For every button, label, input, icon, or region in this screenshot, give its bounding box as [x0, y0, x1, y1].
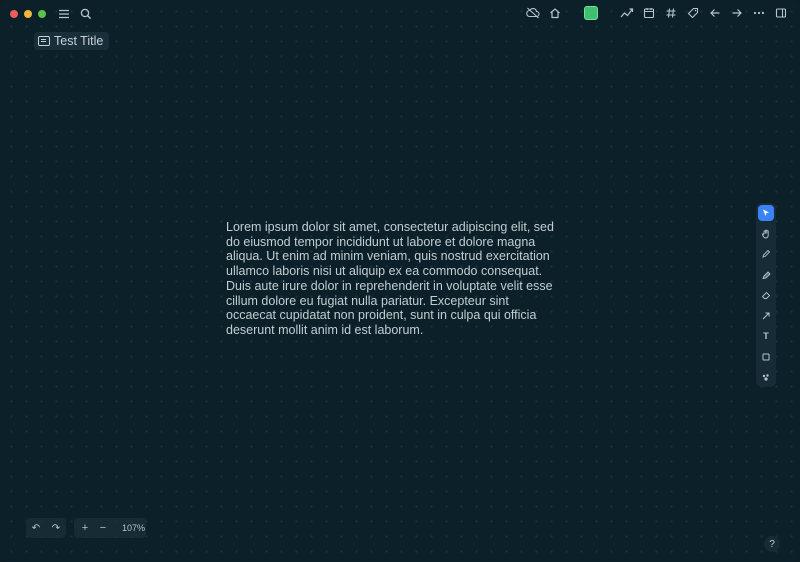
zoom-out-button[interactable]: −	[98, 522, 108, 534]
zoom-window-button[interactable]	[38, 10, 46, 18]
back-arrow-icon[interactable]	[708, 6, 722, 20]
document-title[interactable]: Test Title	[34, 32, 110, 50]
undo-button[interactable]: ↶	[32, 523, 40, 534]
text-tool[interactable]: T	[758, 328, 774, 344]
forward-arrow-icon[interactable]	[730, 6, 744, 20]
tag-icon[interactable]	[686, 6, 700, 20]
highlighter-tool[interactable]	[758, 267, 774, 283]
toolbar-right	[526, 6, 788, 20]
menu-icon[interactable]	[56, 6, 72, 22]
text-tool-label: T	[763, 331, 769, 341]
app-window: Test Title Lorem ipsum dolor sit amet, c…	[0, 0, 800, 562]
cloud-off-icon[interactable]	[526, 6, 540, 20]
zoom-in-button[interactable]: +	[80, 522, 90, 534]
search-icon[interactable]	[78, 6, 94, 22]
sidebar-toggle-icon[interactable]	[774, 6, 788, 20]
title-bar	[0, 0, 800, 28]
minimize-window-button[interactable]	[24, 10, 32, 18]
calendar-icon[interactable]	[642, 6, 656, 20]
graph-icon[interactable]	[620, 6, 634, 20]
help-button[interactable]: ?	[764, 536, 780, 552]
close-window-button[interactable]	[10, 10, 18, 18]
drawing-toolbar: T	[756, 203, 776, 387]
more-icon[interactable]	[752, 6, 766, 20]
home-icon[interactable]	[548, 6, 562, 20]
hashtag-icon[interactable]	[664, 6, 678, 20]
document-title-text: Test Title	[54, 34, 104, 48]
more-tools-icon[interactable]	[758, 369, 774, 385]
eraser-tool[interactable]	[758, 287, 774, 303]
traffic-lights	[10, 10, 46, 18]
hand-tool[interactable]	[758, 226, 774, 242]
pen-tool[interactable]	[758, 246, 774, 262]
zoom-controls: + − 107%	[74, 518, 146, 538]
select-tool[interactable]	[758, 205, 774, 221]
canvas-icon	[38, 36, 50, 46]
arrow-tool[interactable]	[758, 308, 774, 324]
redo-button[interactable]: ↷	[52, 523, 60, 534]
rectangle-tool[interactable]	[758, 349, 774, 365]
zoom-level[interactable]: 107%	[122, 523, 145, 533]
history-controls: ↶ ↷	[26, 518, 66, 538]
status-square-icon[interactable]	[584, 6, 598, 20]
canvas-text-block[interactable]: Lorem ipsum dolor sit amet, consectetur …	[226, 220, 556, 338]
